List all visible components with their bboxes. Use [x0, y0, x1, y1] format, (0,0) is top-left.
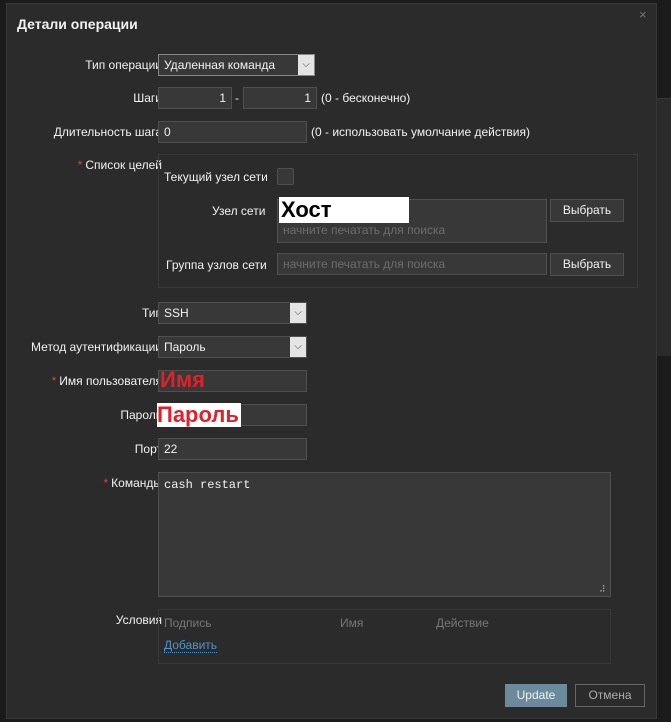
op-type-label: Тип операции — [85, 58, 162, 72]
current-host-checkbox[interactable] — [277, 168, 294, 185]
conditions-box — [158, 609, 611, 664]
username-label: Имя пользователя — [59, 374, 162, 388]
group-select-button[interactable]: Выбрать — [550, 253, 624, 276]
steps-separator: - — [235, 91, 239, 105]
host-label: Узел сети — [212, 204, 266, 218]
host-value: Хост — [279, 197, 409, 223]
steps-to-input[interactable]: 1 — [243, 87, 317, 109]
password-value: Пароль — [157, 402, 241, 427]
conditions-col-label: Подпись — [164, 616, 212, 630]
required-mark: * — [51, 374, 57, 388]
password-label: Пароль — [120, 408, 162, 422]
required-mark: * — [103, 476, 109, 490]
auth-select[interactable]: Пароль ⌵ — [158, 336, 307, 358]
current-host-label: Текущий узел сети — [164, 170, 268, 184]
required-mark: * — [77, 158, 83, 172]
step-duration-input[interactable]: 0 — [158, 121, 307, 143]
group-label: Группа узлов сети — [166, 258, 267, 272]
type-select[interactable]: SSH ⌵ — [158, 302, 307, 324]
port-input[interactable]: 22 — [158, 438, 307, 460]
conditions-col-name: Имя — [340, 616, 364, 630]
auth-value: Пароль — [164, 340, 206, 354]
host-select-button[interactable]: Выбрать — [550, 199, 624, 222]
targets-label: Список целей — [85, 158, 162, 172]
chevron-down-icon: ⌵ — [290, 337, 306, 357]
chevron-down-icon: ⌵ — [298, 55, 314, 75]
commands-label: Команды — [111, 476, 162, 490]
add-condition-link[interactable]: Добавить — [164, 638, 218, 653]
resize-handle-icon[interactable]: ⠼ — [599, 584, 606, 595]
chevron-down-icon: ⌵ — [290, 303, 306, 323]
cancel-button[interactable]: Отмена — [575, 684, 645, 707]
steps-hint: (0 - бесконечно) — [321, 91, 411, 105]
step-duration-label: Длительность шага — [53, 125, 162, 139]
steps-from-input[interactable]: 1 — [158, 87, 232, 109]
conditions-col-action: Действие — [436, 616, 489, 630]
update-button[interactable]: Update — [505, 684, 567, 707]
type-value: SSH — [164, 306, 189, 320]
host-placeholder: начните печатать для поиска — [283, 223, 446, 237]
op-type-select[interactable]: Удаленная команда ⌵ — [158, 54, 315, 76]
step-duration-hint: (0 - использовать умолчание действия) — [311, 125, 530, 139]
auth-label: Метод аутентификации — [31, 340, 162, 354]
conditions-label: Условия — [115, 613, 162, 627]
username-value: Имя — [160, 367, 205, 392]
commands-textarea[interactable]: cash restart — [158, 472, 611, 597]
form: Тип операции Удаленная команда ⌵ Шаги 1 -… — [0, 0, 671, 722]
op-type-value: Удаленная команда — [164, 58, 276, 72]
group-input[interactable]: начните печатать для поиска — [277, 253, 547, 275]
